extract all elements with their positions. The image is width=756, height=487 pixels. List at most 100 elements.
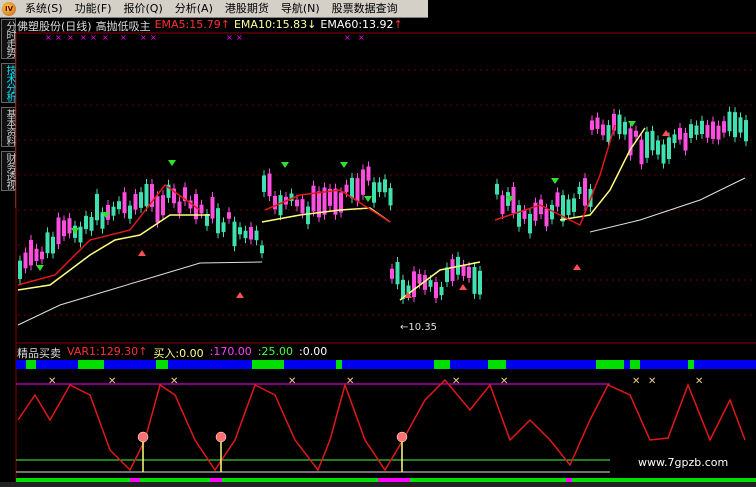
candle-body: [689, 124, 693, 138]
candle-body: [67, 218, 72, 234]
ema5-line: [264, 189, 391, 223]
candle-body: [467, 266, 471, 278]
price-legend: 佛塑股份(日线) 高抛低吸主 EMA5:15.79↑ EMA10:15.83↓ …: [17, 18, 403, 33]
peak-marker-icon: ✕: [648, 376, 656, 387]
candle-body: [428, 280, 433, 287]
candle-body: [89, 217, 94, 231]
sell-arrow-icon: [364, 196, 372, 202]
peak-marker-icon: ✕: [108, 376, 116, 387]
candle-body: [262, 175, 266, 192]
candle-body: [566, 199, 571, 216]
var1-value: VAR1:129.30↑: [67, 345, 148, 358]
candle-body: [372, 182, 376, 203]
candle-body: [221, 222, 226, 233]
indicator-name: 高抛低吸主: [95, 20, 151, 33]
candle-body: [650, 130, 655, 151]
candle-body: [544, 208, 549, 227]
candle-body: [227, 212, 231, 219]
candle-body: [51, 236, 55, 254]
ema60-line: [589, 177, 746, 233]
signal-band-green: [596, 360, 624, 369]
candle-body: [434, 282, 438, 299]
signal-x-icon: ×: [80, 33, 87, 42]
candle-body: [577, 186, 582, 195]
candle-body: [361, 169, 365, 195]
sell-arrow-icon: [36, 265, 44, 271]
candle-body: [29, 240, 33, 266]
candle-body: [34, 248, 39, 262]
candle-body: [672, 134, 677, 144]
peak-marker-icon: ✕: [452, 376, 460, 387]
peak-marker-icon: ✕: [695, 376, 703, 387]
buy-arrow-icon: [236, 292, 244, 298]
kline-chart[interactable]: × × × × × × × × × × × × ×←10.35✕ ✕ ✕ ✕ ✕ ✕ ✕ ✕ ✕ ✕: [0, 0, 756, 487]
peak-marker-icon: ✕: [346, 376, 354, 387]
candle-body: [306, 206, 310, 225]
signal-x-icon: ×: [236, 33, 243, 42]
signal-band-green: [488, 360, 506, 369]
candle-body: [199, 204, 204, 214]
candle-body: [311, 185, 316, 212]
candle-body: [111, 206, 116, 216]
candle-body: [727, 111, 732, 132]
candle-body: [344, 184, 349, 193]
ema60-value: EMA60:13.92↑: [320, 18, 403, 31]
candle-body: [667, 137, 671, 160]
peak-marker-icon: ✕: [170, 376, 178, 387]
candle-body: [738, 117, 743, 133]
candle-body: [617, 114, 622, 135]
candle-body: [590, 120, 594, 130]
candle-body: [366, 166, 371, 181]
peak-marker-icon: ✕: [288, 376, 296, 387]
buy-pin-icon: [137, 431, 149, 443]
candle-body: [155, 196, 160, 223]
candle-body: [733, 112, 737, 138]
candle-body: [350, 177, 354, 199]
candle-body: [572, 198, 576, 212]
candle-body: [744, 120, 748, 142]
candle-body: [656, 140, 660, 155]
sell-arrow-icon: [281, 162, 289, 168]
candle-body: [377, 182, 382, 192]
candle-body: [517, 205, 521, 227]
signal-band-green: [336, 360, 342, 369]
level-25: :25.00: [257, 345, 294, 358]
signal-x-icon: ×: [55, 33, 62, 42]
signal-x-icon: ×: [226, 33, 233, 42]
peak-marker-icon: ✕: [632, 376, 640, 387]
candle-body: [267, 173, 272, 197]
candle-body: [388, 188, 393, 206]
candle-body: [583, 178, 587, 206]
signal-band-green: [688, 360, 694, 369]
signal-x-icon: ×: [120, 33, 127, 42]
indicator-legend: 精品买卖 VAR1:129.30↑ 买入:0.00 :170.00 :25.00…: [17, 345, 327, 360]
candle-body: [18, 260, 22, 279]
candle-body: [511, 186, 516, 214]
candle-body: [238, 227, 242, 235]
buy-value: 买入:0.00: [153, 347, 204, 360]
candle-body: [390, 268, 394, 279]
signal-band-green: [252, 360, 284, 369]
candle-body: [78, 226, 83, 243]
candle-body: [461, 264, 466, 276]
candle-body: [634, 130, 638, 137]
candle-body: [95, 193, 99, 221]
sell-arrow-icon: [551, 178, 559, 184]
candle-body: [445, 267, 449, 283]
signal-band-blue: [16, 360, 756, 369]
candle-body: [295, 199, 299, 207]
candle-body: [711, 121, 715, 139]
level-170: :170.00: [209, 345, 252, 358]
candle-body: [254, 230, 259, 241]
sell-arrow-icon: [340, 162, 348, 168]
peak-marker-icon: ✕: [48, 376, 56, 387]
candle-body: [700, 120, 704, 135]
var1-oscillator-line: [17, 378, 746, 472]
buy-pin-icon: [396, 431, 408, 443]
candle-body: [139, 192, 143, 208]
signal-band-green: [26, 360, 36, 369]
signal-x-icon: ×: [45, 33, 52, 42]
status-bar: [0, 482, 756, 487]
ema10-value: EMA10:15.83↓: [233, 18, 317, 31]
candle-body: [555, 192, 560, 207]
